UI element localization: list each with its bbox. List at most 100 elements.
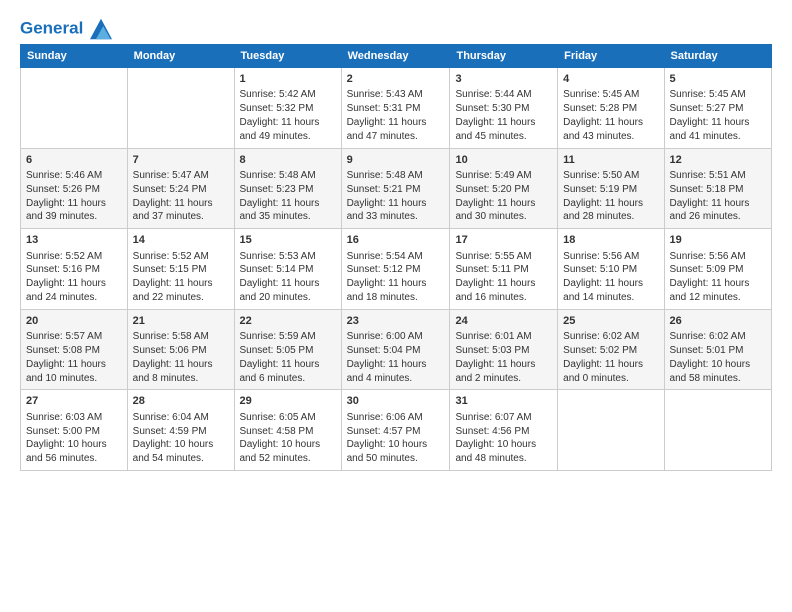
weekday-header: Saturday bbox=[664, 45, 771, 68]
weekday-header: Sunday bbox=[21, 45, 128, 68]
calendar-cell bbox=[664, 390, 771, 471]
day-detail: Sunrise: 5:57 AM Sunset: 5:08 PM Dayligh… bbox=[26, 330, 122, 385]
day-detail: Sunrise: 5:49 AM Sunset: 5:20 PM Dayligh… bbox=[455, 169, 552, 224]
calendar-cell: 30 Sunrise: 6:06 AM Sunset: 4:57 PM Dayli… bbox=[341, 390, 450, 471]
calendar-cell: 31 Sunrise: 6:07 AM Sunset: 4:56 PM Dayli… bbox=[450, 390, 558, 471]
day-detail: Sunrise: 5:47 AM Sunset: 5:24 PM Dayligh… bbox=[133, 169, 229, 224]
logo-text: General bbox=[20, 18, 112, 40]
day-number: 18 bbox=[563, 233, 658, 248]
day-detail: Sunrise: 5:55 AM Sunset: 5:11 PM Dayligh… bbox=[455, 250, 552, 305]
day-detail: Sunrise: 5:53 AM Sunset: 5:14 PM Dayligh… bbox=[240, 250, 336, 305]
calendar-cell: 29 Sunrise: 6:05 AM Sunset: 4:58 PM Dayli… bbox=[234, 390, 341, 471]
calendar-cell: 21Sunrise: 5:58 AM Sunset: 5:06 PM Dayli… bbox=[127, 309, 234, 390]
calendar-cell: 9Sunrise: 5:48 AM Sunset: 5:21 PM Daylig… bbox=[341, 148, 450, 229]
calendar-cell: 12Sunrise: 5:51 AM Sunset: 5:18 PM Dayli… bbox=[664, 148, 771, 229]
calendar-table: SundayMondayTuesdayWednesdayThursdayFrid… bbox=[20, 44, 772, 471]
calendar-cell: 17 Sunrise: 5:55 AM Sunset: 5:11 PM Dayli… bbox=[450, 229, 558, 310]
calendar-cell: 24Sunrise: 6:01 AM Sunset: 5:03 PM Dayli… bbox=[450, 309, 558, 390]
day-number: 20 bbox=[26, 314, 122, 329]
weekday-header: Friday bbox=[558, 45, 664, 68]
day-number: 15 bbox=[240, 233, 336, 248]
day-detail: Sunrise: 5:43 AM Sunset: 5:31 PM Dayligh… bbox=[347, 88, 445, 143]
day-detail: Sunrise: 6:05 AM Sunset: 4:58 PM Dayligh… bbox=[240, 411, 336, 466]
calendar-cell: 16 Sunrise: 5:54 AM Sunset: 5:12 PM Dayli… bbox=[341, 229, 450, 310]
day-detail: Sunrise: 5:48 AM Sunset: 5:21 PM Dayligh… bbox=[347, 169, 445, 224]
day-number: 21 bbox=[133, 314, 229, 329]
calendar-cell bbox=[558, 390, 664, 471]
calendar-cell: 23Sunrise: 6:00 AM Sunset: 5:04 PM Dayli… bbox=[341, 309, 450, 390]
day-number: 3 bbox=[455, 72, 552, 87]
day-detail: Sunrise: 5:51 AM Sunset: 5:18 PM Dayligh… bbox=[670, 169, 766, 224]
header: General bbox=[20, 18, 772, 38]
day-number: 29 bbox=[240, 394, 336, 409]
day-detail: Sunrise: 5:52 AM Sunset: 5:15 PM Dayligh… bbox=[133, 250, 229, 305]
calendar-cell: 7Sunrise: 5:47 AM Sunset: 5:24 PM Daylig… bbox=[127, 148, 234, 229]
calendar-week-row: 6Sunrise: 5:46 AM Sunset: 5:26 PM Daylig… bbox=[21, 148, 772, 229]
day-detail: Sunrise: 5:45 AM Sunset: 5:28 PM Dayligh… bbox=[563, 88, 658, 143]
day-detail: Sunrise: 6:07 AM Sunset: 4:56 PM Dayligh… bbox=[455, 411, 552, 466]
calendar-cell: 22Sunrise: 5:59 AM Sunset: 5:05 PM Dayli… bbox=[234, 309, 341, 390]
day-number: 13 bbox=[26, 233, 122, 248]
calendar-week-row: 27Sunrise: 6:03 AM Sunset: 5:00 PM Dayli… bbox=[21, 390, 772, 471]
calendar-cell: 1Sunrise: 5:42 AM Sunset: 5:32 PM Daylig… bbox=[234, 68, 341, 149]
calendar-cell: 14 Sunrise: 5:52 AM Sunset: 5:15 PM Dayli… bbox=[127, 229, 234, 310]
day-number: 2 bbox=[347, 72, 445, 87]
day-detail: Sunrise: 5:42 AM Sunset: 5:32 PM Dayligh… bbox=[240, 88, 336, 143]
day-detail: Sunrise: 5:45 AM Sunset: 5:27 PM Dayligh… bbox=[670, 88, 766, 143]
day-number: 17 bbox=[455, 233, 552, 248]
day-number: 22 bbox=[240, 314, 336, 329]
weekday-header: Thursday bbox=[450, 45, 558, 68]
day-detail: Sunrise: 6:02 AM Sunset: 5:01 PM Dayligh… bbox=[670, 330, 766, 385]
day-number: 25 bbox=[563, 314, 658, 329]
calendar-cell: 27Sunrise: 6:03 AM Sunset: 5:00 PM Dayli… bbox=[21, 390, 128, 471]
calendar-cell: 10Sunrise: 5:49 AM Sunset: 5:20 PM Dayli… bbox=[450, 148, 558, 229]
day-detail: Sunrise: 5:46 AM Sunset: 5:26 PM Dayligh… bbox=[26, 169, 122, 224]
day-number: 8 bbox=[240, 153, 336, 168]
calendar-cell: 20Sunrise: 5:57 AM Sunset: 5:08 PM Dayli… bbox=[21, 309, 128, 390]
day-number: 16 bbox=[347, 233, 445, 248]
weekday-header: Tuesday bbox=[234, 45, 341, 68]
calendar-cell: 25Sunrise: 6:02 AM Sunset: 5:02 PM Dayli… bbox=[558, 309, 664, 390]
day-detail: Sunrise: 6:06 AM Sunset: 4:57 PM Dayligh… bbox=[347, 411, 445, 466]
day-detail: Sunrise: 6:00 AM Sunset: 5:04 PM Dayligh… bbox=[347, 330, 445, 385]
calendar-cell: 18Sunrise: 5:56 AM Sunset: 5:10 PM Dayli… bbox=[558, 229, 664, 310]
day-detail: Sunrise: 5:50 AM Sunset: 5:19 PM Dayligh… bbox=[563, 169, 658, 224]
calendar-cell: 3Sunrise: 5:44 AM Sunset: 5:30 PM Daylig… bbox=[450, 68, 558, 149]
day-detail: Sunrise: 6:04 AM Sunset: 4:59 PM Dayligh… bbox=[133, 411, 229, 466]
calendar-cell: 11Sunrise: 5:50 AM Sunset: 5:19 PM Dayli… bbox=[558, 148, 664, 229]
weekday-header: Wednesday bbox=[341, 45, 450, 68]
day-detail: Sunrise: 5:54 AM Sunset: 5:12 PM Dayligh… bbox=[347, 250, 445, 305]
day-number: 28 bbox=[133, 394, 229, 409]
day-number: 12 bbox=[670, 153, 766, 168]
day-number: 30 bbox=[347, 394, 445, 409]
day-number: 4 bbox=[563, 72, 658, 87]
day-number: 14 bbox=[133, 233, 229, 248]
calendar-cell: 4Sunrise: 5:45 AM Sunset: 5:28 PM Daylig… bbox=[558, 68, 664, 149]
day-detail: Sunrise: 5:56 AM Sunset: 5:09 PM Dayligh… bbox=[670, 250, 766, 305]
day-number: 24 bbox=[455, 314, 552, 329]
day-detail: Sunrise: 5:58 AM Sunset: 5:06 PM Dayligh… bbox=[133, 330, 229, 385]
calendar-week-row: 20Sunrise: 5:57 AM Sunset: 5:08 PM Dayli… bbox=[21, 309, 772, 390]
calendar-cell bbox=[21, 68, 128, 149]
calendar-week-row: 1Sunrise: 5:42 AM Sunset: 5:32 PM Daylig… bbox=[21, 68, 772, 149]
day-number: 6 bbox=[26, 153, 122, 168]
day-number: 31 bbox=[455, 394, 552, 409]
day-number: 1 bbox=[240, 72, 336, 87]
day-number: 11 bbox=[563, 153, 658, 168]
day-detail: Sunrise: 6:02 AM Sunset: 5:02 PM Dayligh… bbox=[563, 330, 658, 385]
weekday-header: Monday bbox=[127, 45, 234, 68]
day-number: 7 bbox=[133, 153, 229, 168]
calendar-cell: 6Sunrise: 5:46 AM Sunset: 5:26 PM Daylig… bbox=[21, 148, 128, 229]
day-detail: Sunrise: 5:48 AM Sunset: 5:23 PM Dayligh… bbox=[240, 169, 336, 224]
calendar-cell: 15 Sunrise: 5:53 AM Sunset: 5:14 PM Dayli… bbox=[234, 229, 341, 310]
calendar-cell: 28 Sunrise: 6:04 AM Sunset: 4:59 PM Dayli… bbox=[127, 390, 234, 471]
day-number: 27 bbox=[26, 394, 122, 409]
day-number: 26 bbox=[670, 314, 766, 329]
day-number: 10 bbox=[455, 153, 552, 168]
day-number: 5 bbox=[670, 72, 766, 87]
page: General SundayMondayTuesdayWednesdayThur… bbox=[0, 0, 792, 612]
calendar-cell: 13 Sunrise: 5:52 AM Sunset: 5:16 PM Dayli… bbox=[21, 229, 128, 310]
day-number: 9 bbox=[347, 153, 445, 168]
day-detail: Sunrise: 5:59 AM Sunset: 5:05 PM Dayligh… bbox=[240, 330, 336, 385]
day-detail: Sunrise: 5:52 AM Sunset: 5:16 PM Dayligh… bbox=[26, 250, 122, 305]
